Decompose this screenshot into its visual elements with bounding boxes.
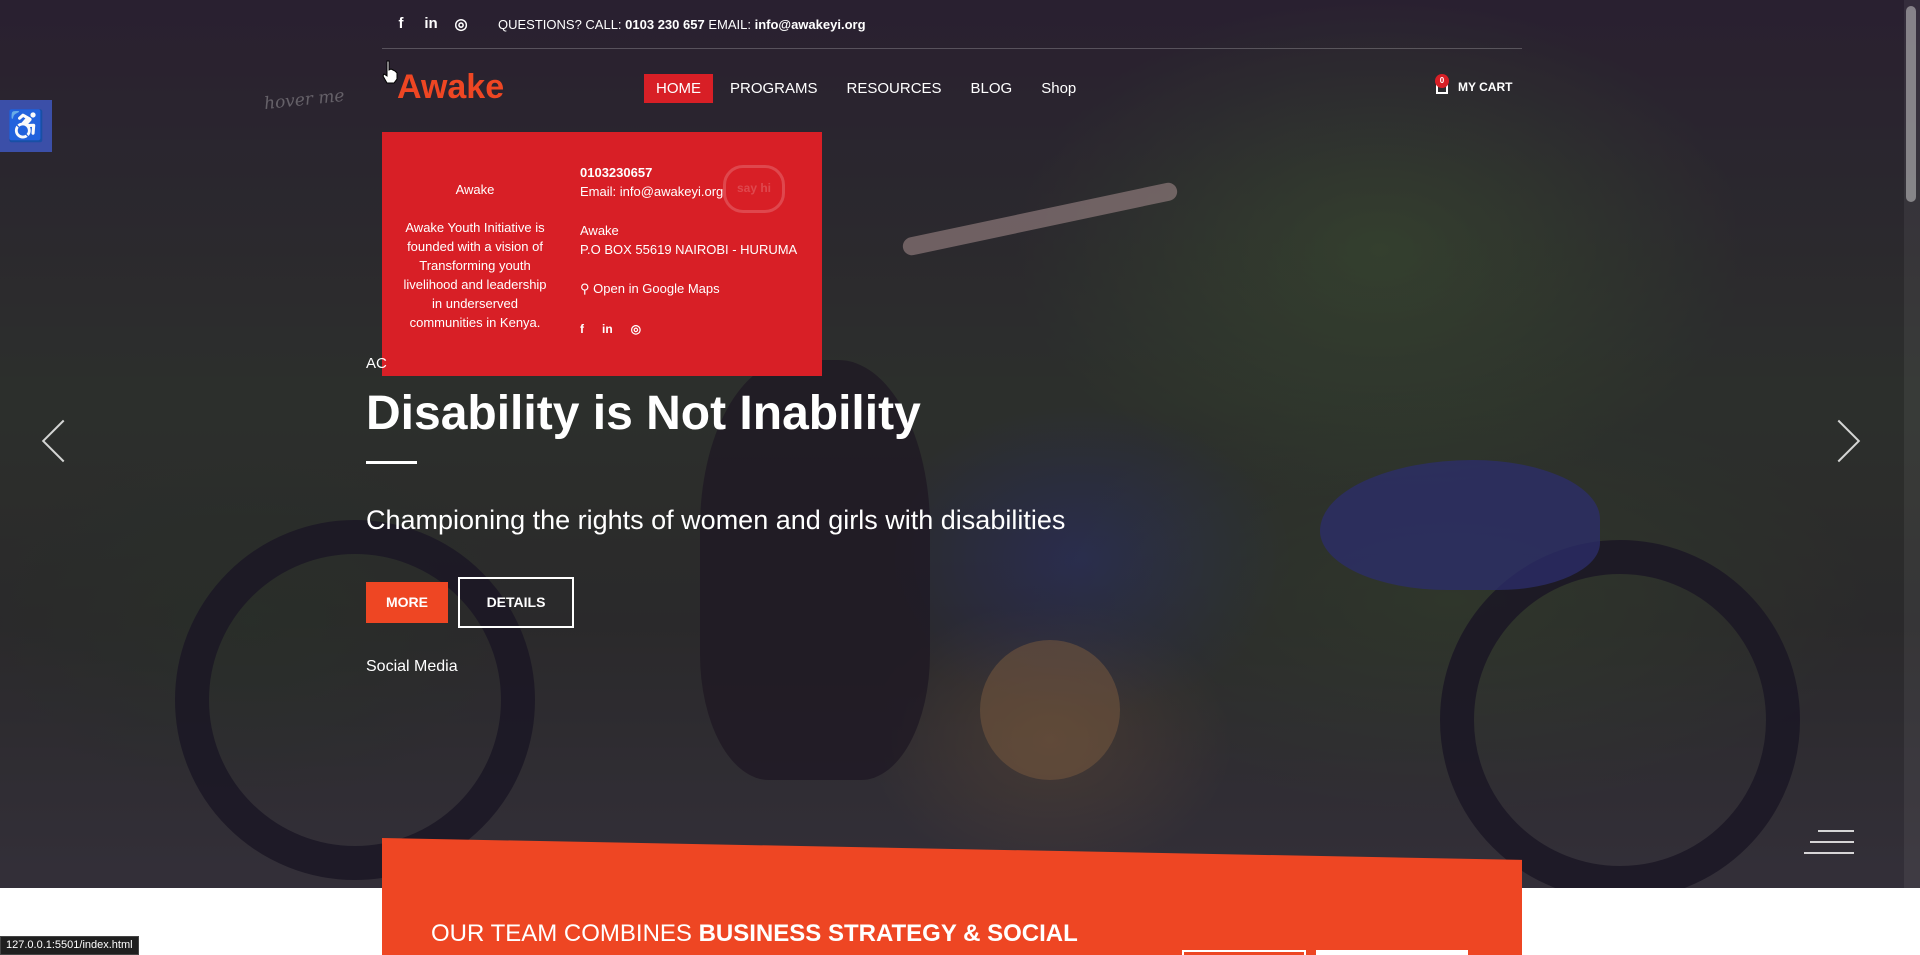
status-bar-url: 127.0.0.1:5501/index.html [0, 936, 139, 955]
facebook-icon[interactable]: f [386, 15, 416, 33]
instagram-icon[interactable]: ◎ [446, 15, 476, 33]
home-info-dropdown: say hi Awake Awake Youth Initiative is f… [382, 132, 822, 376]
nav-item-resources[interactable]: RESOURCES [835, 74, 954, 103]
team-banner-text: OUR TEAM COMBINES BUSINESS STRATEGY & SO… [431, 920, 1078, 948]
accessibility-toggle[interactable]: ♿ [0, 100, 52, 152]
dropdown-phone[interactable]: 0103230657 [580, 163, 797, 182]
hero-slider [0, 0, 1920, 888]
site-logo[interactable]: Awake [397, 68, 504, 107]
linkedin-icon[interactable]: in [602, 320, 613, 339]
scrollbar-thumb[interactable] [1906, 6, 1916, 202]
dropdown-about: Awake Awake Youth Initiative is founded … [400, 180, 550, 332]
banner-text-bold: BUSINESS STRATEGY & SOCIAL [698, 920, 1078, 947]
more-button[interactable]: MORE [366, 582, 448, 623]
dropdown-social-links: f in ◎ [580, 320, 797, 339]
hero-title: Disability is Not Inability [366, 387, 921, 440]
top-bar: f in ◎ QUESTIONS? CALL: 0103 230 657 EMA… [382, 0, 1522, 49]
banner-text-plain: OUR TEAM COMBINES [431, 920, 699, 947]
dropdown-address: P.O BOX 55619 NAIROBI - HURUMA [580, 242, 798, 257]
hero-subtitle: Championing the rights of women and girl… [366, 505, 1066, 535]
dropdown-about-text: Awake Youth Initiative is founded with a… [403, 220, 547, 330]
nav-item-blog[interactable]: BLOG [959, 74, 1025, 103]
facebook-icon[interactable]: f [580, 320, 584, 339]
top-email-link[interactable]: info@awakeyi.org [755, 17, 866, 32]
email-label: EMAIL: [708, 16, 751, 32]
questions-label: QUESTIONS? CALL: [498, 16, 622, 32]
details-button[interactable]: DETAILS [458, 577, 574, 628]
maps-link-label: Open in Google Maps [593, 281, 720, 296]
cart-label: MY CART [1458, 80, 1513, 94]
map-pin-icon: ⚲ [580, 281, 590, 296]
accessibility-icon: ♿ [7, 109, 45, 143]
hero-divider [366, 461, 417, 464]
cart-count-badge: 0 [1435, 74, 1449, 88]
hero-pre-label: AC [366, 355, 387, 372]
page-scrollbar[interactable] [1904, 0, 1920, 955]
linkedin-icon[interactable]: in [416, 15, 446, 33]
banner-solid-button[interactable] [1316, 950, 1468, 955]
top-contact-info: QUESTIONS? CALL: 0103 230 657 EMAIL: inf… [498, 17, 866, 32]
hamburger-menu-icon[interactable] [1804, 830, 1854, 863]
hero-social-media-link[interactable]: Social Media [366, 658, 458, 676]
instagram-icon[interactable]: ◎ [631, 320, 641, 339]
hero-overlay [0, 0, 1920, 888]
cart-link[interactable]: 0 MY CART [1435, 74, 1513, 94]
dropdown-logo-image: Awake [455, 182, 495, 197]
main-nav: HOME PROGRAMS RESOURCES BLOG Shop [644, 74, 1093, 103]
banner-outline-button[interactable] [1182, 950, 1306, 955]
dropdown-maps-link[interactable]: ⚲ Open in Google Maps [580, 279, 797, 298]
top-phone-link[interactable]: 0103 230 657 [625, 17, 705, 32]
hand-cursor-icon [382, 60, 398, 84]
nav-item-home[interactable]: HOME [644, 74, 713, 103]
nav-item-programs[interactable]: PROGRAMS [718, 74, 830, 103]
dropdown-contact: 0103230657 Email: info@awakeyi.org Awake… [580, 163, 797, 339]
top-social-links: f in ◎ [386, 15, 476, 33]
nav-item-shop[interactable]: Shop [1029, 74, 1088, 103]
dropdown-email[interactable]: Email: info@awakeyi.org [580, 182, 797, 201]
dropdown-org-name: Awake [580, 223, 619, 238]
